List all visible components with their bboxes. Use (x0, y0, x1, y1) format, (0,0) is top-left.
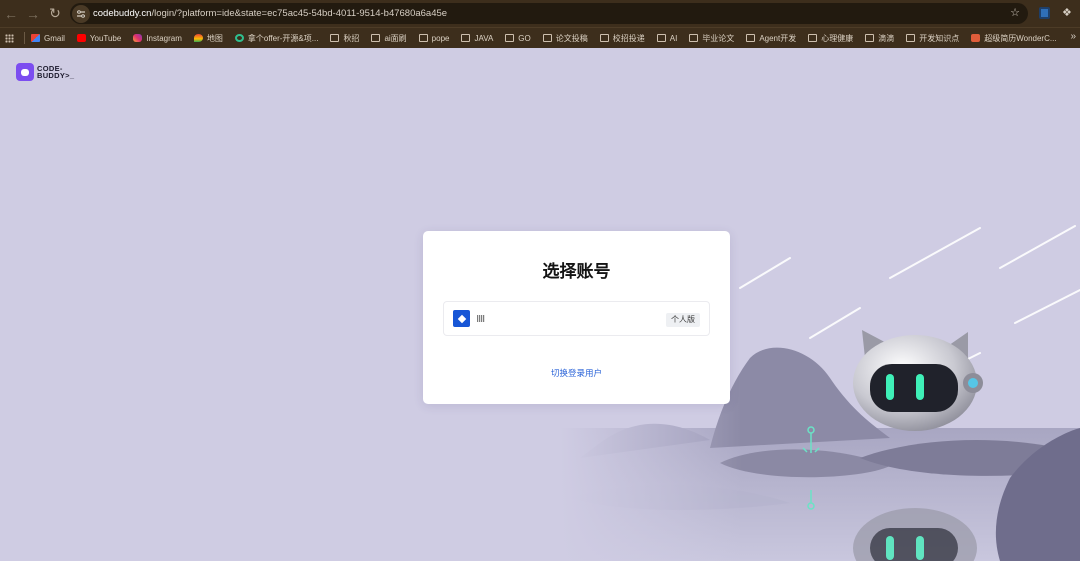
bookmark-label: Instagram (146, 33, 182, 43)
bookmark-folder[interactable]: Agent开发 (746, 33, 796, 44)
youtube-icon (76, 34, 86, 42)
logo-text: CODE-BUDDY>_ (37, 63, 75, 80)
folder-icon (808, 34, 818, 42)
bookmark-instagram[interactable]: Instagram (133, 34, 182, 43)
bookmark-label: 论文投稿 (555, 33, 588, 43)
maps-icon (193, 34, 203, 42)
bookmark-folder[interactable]: 毕业论文 (689, 33, 734, 44)
reload-button[interactable]: ↻ (44, 3, 66, 25)
folder-icon (330, 34, 340, 42)
site-icon (971, 34, 981, 42)
bookmark-maps[interactable]: 地图 (193, 33, 223, 44)
folder-icon (865, 34, 875, 42)
bookmark-label: ai面刷 (384, 33, 407, 43)
bookmark-label: 毕业论文 (702, 33, 735, 43)
account-item[interactable]: 个人版 (443, 301, 710, 336)
switch-user-link[interactable]: 切换登录用户 (423, 367, 730, 379)
folder-icon (689, 34, 699, 42)
folder-icon (746, 34, 756, 42)
bookmark-label: Agent开发 (759, 33, 797, 43)
extension-icon[interactable] (1039, 7, 1050, 19)
bookmark-folder[interactable]: 心理健康 (808, 33, 853, 44)
more-bookmarks-chevron-icon[interactable]: » (1070, 31, 1076, 42)
instagram-icon (133, 34, 143, 42)
card-title: 选择账号 (542, 262, 611, 281)
bookmark-label: 地图 (206, 33, 223, 43)
bookmarks-bar: Gmail YouTube Instagram 地图 拿个offer-开源&项.… (0, 27, 1080, 48)
login-page: CODE-BUDDY>_ 选择账号 个人版 切换登录用户 (0, 48, 1080, 561)
bookmark-folder[interactable]: AI (656, 33, 678, 43)
plan-badge: 个人版 (666, 313, 700, 327)
bookmark-label: YouTube (89, 33, 122, 43)
bookmark-label: Gmail (44, 33, 65, 43)
bookmark-star-icon[interactable]: ☆ (1010, 6, 1020, 19)
bookmark-gmail[interactable]: Gmail (31, 34, 65, 43)
bookmark-folder[interactable]: 开发知识点 (906, 33, 959, 44)
bookmark-label: GO (518, 33, 531, 43)
bookmark-folder[interactable]: 滴滴 (865, 33, 894, 44)
gmail-icon (31, 34, 40, 42)
bookmark-label: 秋招 (343, 33, 360, 43)
site-icon (234, 34, 244, 42)
bookmark-label: 超级简历WonderC... (984, 33, 1057, 43)
bookmark-label: 心理健康 (821, 33, 854, 43)
bookmark-label: AI (669, 33, 678, 43)
apps-grid-icon[interactable] (5, 33, 14, 43)
bookmark-offer[interactable]: 拿个offer-开源&项... (234, 33, 319, 44)
codebuddy-logo-icon (16, 63, 34, 81)
bookmark-youtube[interactable]: YouTube (76, 33, 122, 43)
bookmark-label: 开发知识点 (919, 33, 960, 43)
account-name-redacted (477, 315, 485, 322)
bookmark-folder[interactable]: 秋招 (330, 33, 359, 44)
folder-icon (418, 34, 428, 42)
folder-icon (461, 34, 471, 42)
folder-icon (505, 34, 515, 42)
folder-icon (542, 34, 552, 42)
bookmark-label: pope (431, 33, 450, 43)
url-text[interactable]: codebuddy.cn/login/?platform=ide&state=e… (93, 8, 447, 19)
bookmark-folder[interactable]: ai面刷 (371, 33, 407, 44)
bookmark-label: JAVA (474, 33, 494, 43)
site-info-icon[interactable] (72, 4, 90, 23)
codebuddy-logo: CODE-BUDDY>_ (16, 63, 77, 81)
forward-button[interactable]: → (22, 3, 44, 25)
folder-icon (656, 34, 666, 42)
folder-icon (599, 34, 609, 42)
url-host: codebuddy.cn (93, 8, 152, 19)
bookmark-folder[interactable]: pope (418, 33, 450, 43)
bookmark-label: 拿个offer-开源&项... (247, 33, 319, 43)
bookmark-label: 滴滴 (878, 33, 895, 43)
bookmark-label: 校招投递 (612, 33, 645, 43)
folder-icon (906, 34, 916, 42)
bookmark-folder[interactable]: JAVA (461, 34, 493, 43)
bookmarks-divider (24, 32, 25, 44)
bookmark-folder[interactable]: 论文投稿 (542, 33, 588, 44)
extensions-puzzle-icon[interactable]: ❖ (1062, 6, 1075, 20)
account-avatar-icon (453, 310, 470, 327)
address-bar[interactable]: codebuddy.cn/login/?platform=ide&state=e… (70, 3, 1028, 24)
folder-icon (371, 34, 381, 42)
bookmark-folder[interactable]: GO (505, 33, 531, 43)
account-select-card: 选择账号 个人版 切换登录用户 (423, 231, 730, 404)
bookmark-folder[interactable]: 校招投递 (599, 33, 645, 44)
bookmark-wondercv[interactable]: 超级简历WonderC... (971, 33, 1057, 44)
url-path: /login/?platform=ide&state=ec75ac45-54bd… (151, 8, 448, 19)
browser-toolbar: ← → ↻ codebuddy.cn/login/?platform=ide&s… (0, 0, 1080, 27)
back-button[interactable]: ← (0, 3, 22, 25)
